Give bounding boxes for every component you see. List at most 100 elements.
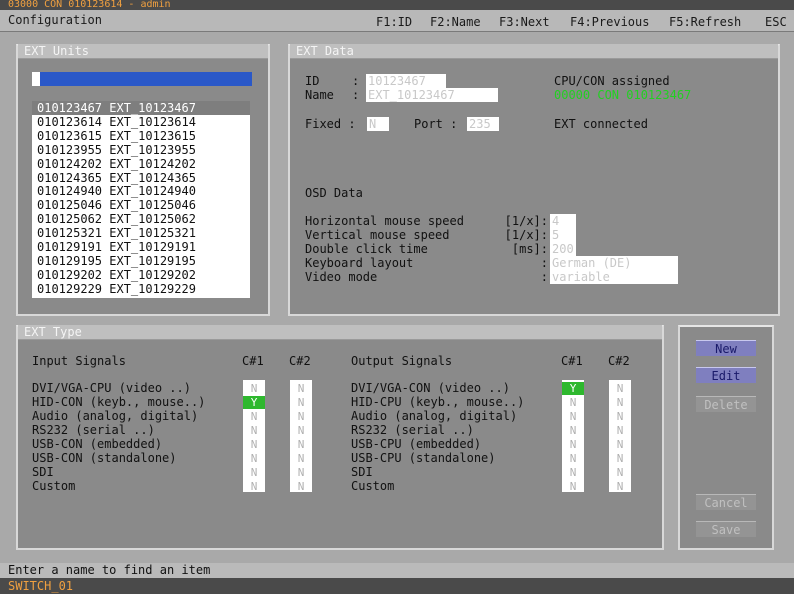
osd-value-field[interactable]: 5 [550,228,576,242]
f4-previous-key[interactable]: F4:Previous [570,15,649,29]
output-signal-label: DVI/VGA-CON (video ..) [351,381,510,395]
ext-units-title: EXT Units [18,44,268,59]
ext-unit-list-item[interactable]: 010124202 EXT_10124202 [32,157,250,171]
status-text: Enter a name to find an item [8,563,211,577]
cancel-button[interactable]: Cancel [696,494,756,510]
output-c1-flag[interactable]: N [562,466,584,479]
output-c2-flag[interactable]: N [609,452,631,465]
search-input[interactable] [32,72,252,86]
input-c1-header: C#1 [242,354,264,368]
output-c1-flag[interactable]: N [562,480,584,493]
output-c1-flag[interactable]: N [562,438,584,451]
f5-refresh-key[interactable]: F5:Refresh [669,15,741,29]
ext-unit-list-item[interactable]: 010125062 EXT_10125062 [32,212,250,226]
input-c2-flag[interactable]: N [290,466,312,479]
output-c1-flag[interactable]: Y [562,382,584,395]
ext-data-title: EXT Data [290,44,778,59]
ext-units-list[interactable]: 010123467 EXT_10123467 010123614 EXT_1012… [32,101,250,298]
fixed-label: Fixed : [305,117,356,131]
id-field[interactable]: 10123467 [366,74,446,88]
port-field[interactable]: 235 [467,117,499,131]
osd-label: Horizontal mouse speed [305,214,464,228]
output-signal-label: Audio (analog, digital) [351,409,518,423]
ext-unit-list-item[interactable]: 010129202 EXT_10129202 [32,268,250,282]
osd-label: Keyboard layout [305,256,414,270]
cpu-con-assigned-label: CPU/CON assigned [554,74,670,88]
port-label: Port : [414,117,458,131]
output-c2-flag[interactable]: N [609,382,631,395]
connection-status: EXT connected [554,117,648,131]
input-c1-flag[interactable]: N [243,424,265,437]
output-c1-flag[interactable]: N [562,424,584,437]
ext-unit-list-item[interactable]: 010129229 EXT_10129229 [32,282,250,296]
osd-unit: [ms]: [511,242,548,256]
output-c1-flag[interactable]: N [562,452,584,465]
ext-unit-list-item[interactable]: 010129191 EXT_10129191 [32,240,250,254]
ext-unit-list-item[interactable]: 010123467 EXT_10123467 [32,101,250,115]
menu-configuration: Configuration [8,13,102,27]
osd-value-field[interactable]: variable [550,270,678,284]
id-colon: : [352,74,360,88]
input-c1-flag[interactable]: N [243,438,265,451]
input-c2-flag[interactable]: N [290,452,312,465]
ext-unit-list-item[interactable]: 010124940 EXT_10124940 [32,184,250,198]
output-c2-flag[interactable]: N [609,480,631,493]
fixed-field[interactable]: N [367,117,389,131]
ext-unit-list-item[interactable]: 010123614 EXT_10123614 [32,115,250,129]
ext-unit-list-item[interactable]: 010124365 EXT_10124365 [32,171,250,185]
input-c1-flag[interactable]: N [243,382,265,395]
edit-button[interactable]: Edit [696,367,756,383]
osd-label: Video mode [305,270,378,284]
input-c2-flag[interactable]: N [290,424,312,437]
esc-key[interactable]: ESC [765,15,787,29]
ext-type-title: EXT Type [18,325,662,340]
f2-name-key[interactable]: F2:Name [430,15,481,29]
output-signal-label: USB-CPU (standalone) [351,451,496,465]
input-signal-label: RS232 (serial ..) [32,423,155,437]
input-c1-flag[interactable]: N [243,452,265,465]
action-panel [678,325,774,550]
ext-unit-list-item[interactable]: 010125321 EXT_10125321 [32,226,250,240]
output-signal-label: HID-CPU (keyb., mouse..) [351,395,525,409]
osd-unit: [1/x]: [504,228,548,242]
switch-name-bar: SWITCH_01 [0,578,794,594]
osd-value-field[interactable]: 4 [550,214,576,228]
input-signal-label: Audio (analog, digital) [32,409,199,423]
ext-unit-list-item[interactable]: 010123615 EXT_10123615 [32,129,250,143]
f1-id-key[interactable]: F1:ID [376,15,412,29]
name-colon: : [352,88,360,102]
ext-unit-list-item[interactable]: 010129195 EXT_10129195 [32,254,250,268]
ext-unit-list-item[interactable]: 010123955 EXT_10123955 [32,143,250,157]
input-c2-flag[interactable]: N [290,410,312,423]
output-c1-flag[interactable]: N [562,410,584,423]
input-c2-flag[interactable]: N [290,382,312,395]
input-c2-flag[interactable]: N [290,396,312,409]
output-c2-flag[interactable]: N [609,438,631,451]
input-c1-flag[interactable]: Y [243,396,265,409]
switch-name: SWITCH_01 [8,579,74,593]
output-c1-flag[interactable]: N [562,396,584,409]
input-c2-flag[interactable]: N [290,438,312,451]
input-c1-flag[interactable]: N [243,466,265,479]
new-button[interactable]: New [696,340,756,356]
save-button[interactable]: Save [696,521,756,537]
input-c2-flag[interactable]: N [290,480,312,493]
input-c2-header: C#2 [289,354,311,368]
osd-value-field[interactable]: German (DE) [550,256,678,270]
output-c2-flag[interactable]: N [609,410,631,423]
search-cursor [32,72,40,86]
name-label: Name [305,88,334,102]
f3-next-key[interactable]: F3:Next [499,15,550,29]
input-signal-label: SDI [32,465,54,479]
input-c1-flag[interactable]: N [243,480,265,493]
output-c2-flag[interactable]: N [609,396,631,409]
output-c2-flag[interactable]: N [609,424,631,437]
ext-unit-list-item[interactable]: 010125046 EXT_10125046 [32,198,250,212]
output-c2-flag[interactable]: N [609,466,631,479]
input-signal-label: HID-CON (keyb., mouse..) [32,395,206,409]
input-c1-flag[interactable]: N [243,410,265,423]
osd-label: Double click time [305,242,428,256]
osd-value-field[interactable]: 200 [550,242,576,256]
delete-button[interactable]: Delete [696,396,756,412]
name-field[interactable]: EXT_10123467 [366,88,498,102]
